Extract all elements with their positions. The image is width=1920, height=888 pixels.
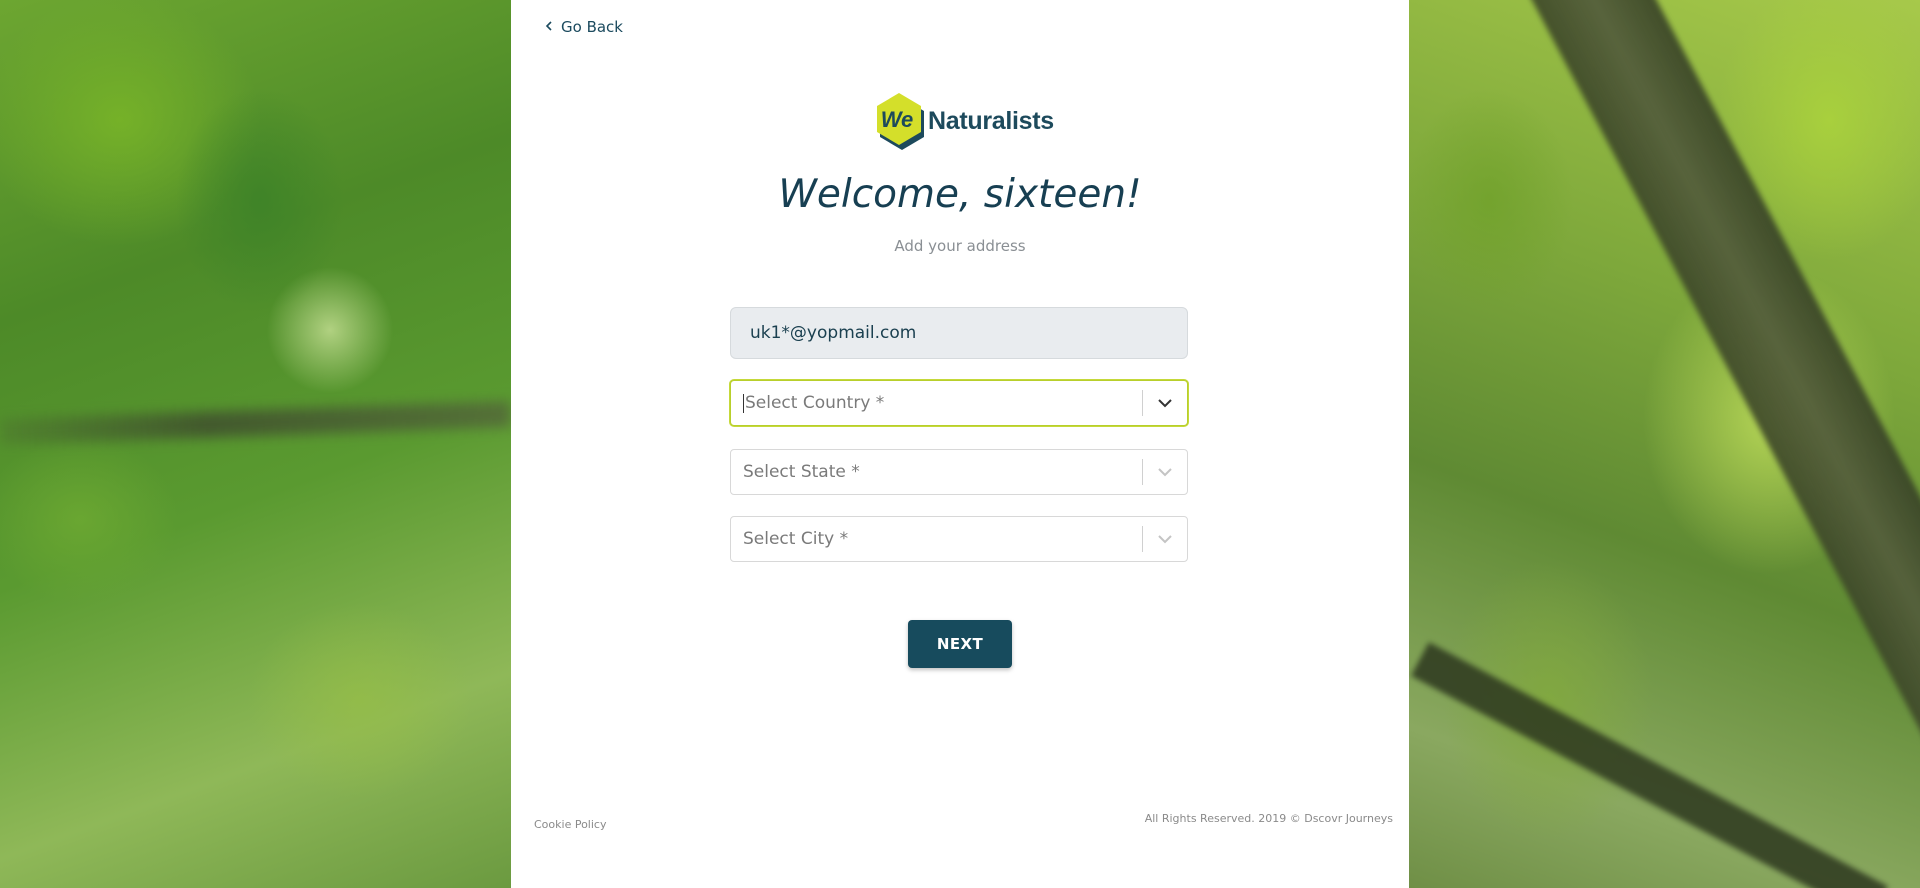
city-select[interactable]: Select City * <box>730 516 1188 562</box>
country-select[interactable]: Select Country * <box>730 380 1188 426</box>
city-placeholder: Select City * <box>743 529 849 549</box>
chevron-down-icon[interactable] <box>1143 398 1187 408</box>
copyright-text: All Rights Reserved. 2019 © Dscovr Journ… <box>1144 812 1393 825</box>
email-value: uk1*@yopmail.com <box>750 323 917 343</box>
page-title: Welcome, sixteen! <box>778 172 1142 217</box>
logo-wordmark: Naturalists <box>928 106 1054 135</box>
chevron-down-icon[interactable] <box>1143 467 1187 477</box>
chevron-down-icon[interactable] <box>1143 534 1187 544</box>
logo-badge-icon: We <box>877 93 924 150</box>
wenaturalists-logo: We Naturalists <box>874 90 1054 152</box>
state-select[interactable]: Select State * <box>730 449 1188 495</box>
logo-badge-text: We <box>881 107 914 132</box>
page: Go Back We Naturalists Welcome, sixteen!… <box>0 0 1920 888</box>
page-subtitle: Add your address <box>894 237 1026 255</box>
email-field[interactable]: uk1*@yopmail.com <box>730 307 1188 359</box>
country-select-field: Select Country * <box>731 393 1142 413</box>
go-back-link[interactable]: Go Back <box>545 18 623 36</box>
country-placeholder: Select Country * <box>745 393 885 413</box>
cookie-policy-link[interactable]: Cookie Policy <box>534 818 606 831</box>
next-button[interactable]: NEXT <box>908 620 1012 668</box>
go-back-label: Go Back <box>561 18 623 36</box>
chevron-left-icon <box>545 20 553 35</box>
text-cursor <box>743 393 744 413</box>
signup-panel: Go Back We Naturalists Welcome, sixteen!… <box>511 0 1409 888</box>
background-left-image <box>0 0 511 888</box>
state-placeholder: Select State * <box>743 462 860 482</box>
